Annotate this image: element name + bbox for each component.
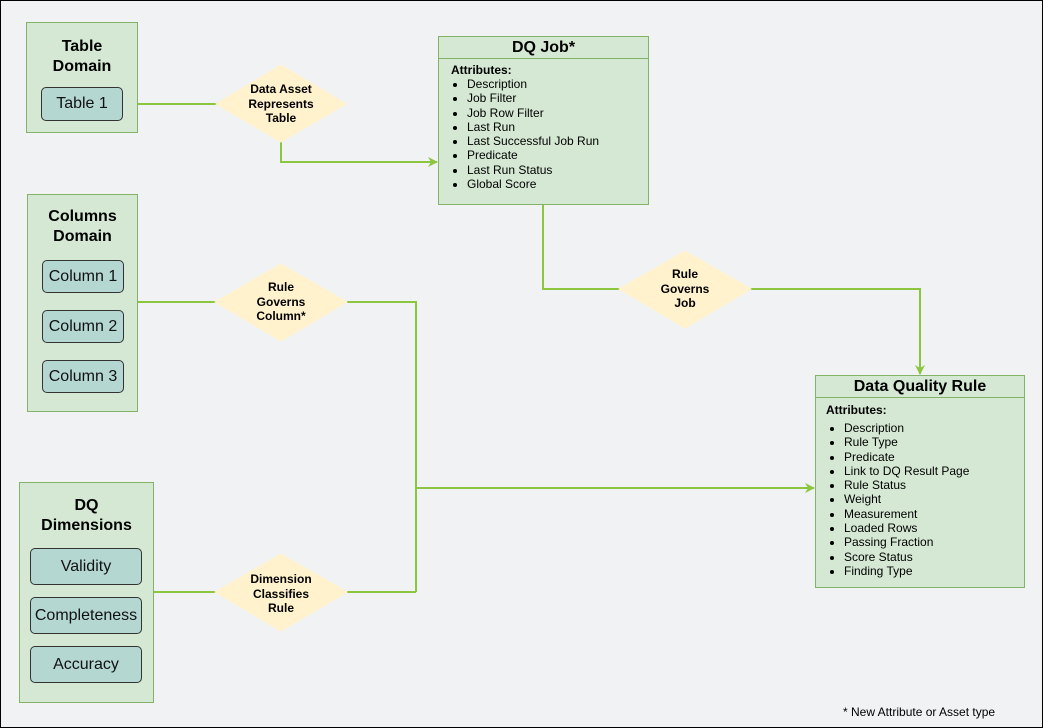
table-domain[interactable]: Table Domain Table 1: [26, 22, 138, 133]
attribute-item: Job Filter: [467, 91, 648, 105]
asset-completeness[interactable]: Completeness: [30, 597, 142, 634]
dq-job-title: DQ Job*: [439, 37, 648, 59]
label-line: Represents: [248, 96, 314, 111]
title-line: Columns: [48, 208, 117, 225]
attribute-item: Passing Fraction: [844, 535, 1024, 549]
columns-domain-title: Columns Domain: [28, 207, 137, 247]
label-line: Governs: [660, 281, 710, 296]
label-line: Rule: [267, 280, 294, 295]
data-quality-rule-attributes-label: Attributes:: [826, 403, 887, 417]
attribute-item: Loaded Rows: [844, 521, 1024, 535]
attribute-item: Last Run: [467, 120, 648, 134]
label-line: Dimension: [250, 572, 312, 587]
label-line: Rule: [671, 267, 698, 282]
data-quality-rule-attributes-list: DescriptionRule TypePredicateLink to DQ …: [816, 421, 1024, 578]
asset-column-1[interactable]: Column 1: [42, 260, 124, 293]
relation-represents-label[interactable]: Data Asset Represents Table: [231, 80, 331, 128]
title-line: Domain: [52, 58, 112, 75]
attribute-item: Rule Status: [844, 478, 1024, 492]
title-line: Dimensions: [41, 517, 132, 534]
data-quality-rule-title: Data Quality Rule: [816, 376, 1024, 398]
asset-accuracy[interactable]: Accuracy: [30, 646, 142, 683]
edge-represents-to-dq-job: [280, 142, 438, 167]
label-line: Job: [674, 296, 696, 311]
footnote: * New Attribute or Asset type: [843, 705, 996, 719]
attribute-item: Job Row Filter: [467, 106, 648, 120]
title-line: Domain: [53, 228, 112, 245]
attribute-item: Description: [467, 77, 648, 91]
attribute-item: Finding Type: [844, 564, 1024, 578]
data-quality-rule-entity[interactable]: Data Quality Rule Attributes: Descriptio…: [815, 375, 1025, 588]
attribute-item: Last Run Status: [467, 163, 648, 177]
label-line: Column*: [256, 309, 306, 324]
relation-governs-job-label[interactable]: Rule Governs Job: [635, 265, 735, 313]
attribute-item: Predicate: [467, 148, 648, 162]
attribute-item: Weight: [844, 492, 1024, 506]
attribute-item: Last Successful Job Run: [467, 134, 648, 148]
label-line: Governs: [256, 294, 306, 309]
dq-dimensions-domain[interactable]: DQ Dimensions Validity Completeness Accu…: [19, 482, 154, 703]
label-line: Data Asset: [250, 82, 312, 97]
title-line: Table: [61, 38, 103, 55]
attribute-item: Predicate: [844, 450, 1024, 464]
label-line: Rule: [267, 601, 294, 616]
attribute-item: Global Score: [467, 177, 648, 191]
table-domain-title: Table Domain: [27, 37, 137, 77]
attribute-item: Measurement: [844, 507, 1024, 521]
attribute-item: Score Status: [844, 550, 1024, 564]
edge-governs-column-to-junction: [347, 301, 417, 592]
attribute-item: Description: [844, 421, 1024, 435]
relation-governs-column-label[interactable]: Rule Governs Column*: [231, 278, 331, 326]
asset-column-2[interactable]: Column 2: [42, 310, 124, 343]
attribute-item: Link to DQ Result Page: [844, 464, 1024, 478]
dq-dimensions-title: DQ Dimensions: [20, 496, 153, 536]
dq-job-attributes-list: DescriptionJob FilterJob Row FilterLast …: [439, 77, 648, 191]
edge-dq-job-to-governs-job: [542, 204, 621, 290]
attribute-item: Rule Type: [844, 435, 1024, 449]
asset-table-1[interactable]: Table 1: [41, 87, 123, 121]
label-line: Table: [265, 111, 297, 126]
title-line: DQ: [74, 497, 99, 514]
dq-job-entity[interactable]: DQ Job* Attributes: DescriptionJob Filte…: [438, 36, 649, 205]
relation-classifies-label[interactable]: Dimension Classifies Rule: [231, 570, 331, 618]
asset-validity[interactable]: Validity: [30, 548, 142, 585]
dq-job-attributes-label: Attributes:: [451, 63, 512, 77]
columns-domain[interactable]: Columns Domain Column 1 Column 2 Column …: [27, 194, 138, 412]
asset-column-3[interactable]: Column 3: [42, 360, 124, 393]
label-line: Classifies: [252, 586, 310, 601]
edge-governs-job-to-rule: [750, 288, 925, 375]
